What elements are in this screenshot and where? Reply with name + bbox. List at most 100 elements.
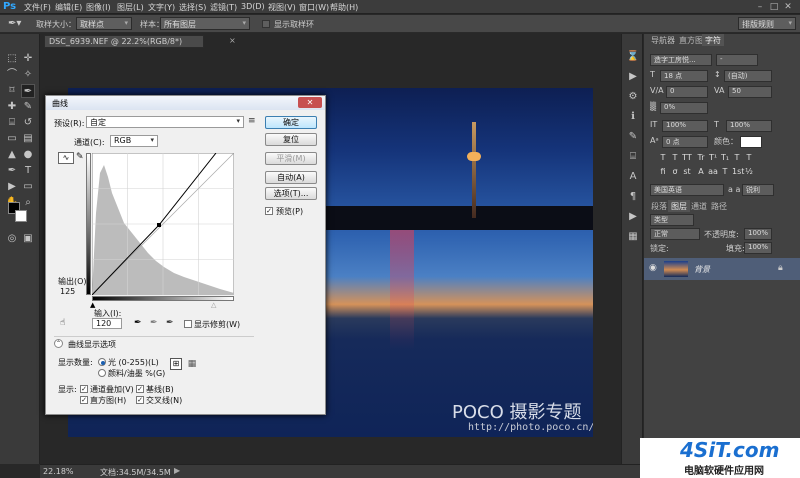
input-value-field[interactable]: 120 (92, 318, 122, 329)
layer-row[interactable]: ◉ 背景 🔒︎ (644, 258, 800, 280)
crop-tool-icon[interactable]: ⌑ (5, 84, 19, 98)
kerning-field[interactable]: 0 (666, 86, 708, 98)
visibility-eye-icon[interactable]: ◉ (649, 263, 657, 273)
vertical-scale-field[interactable]: 100% (662, 120, 708, 132)
blend-mode-select[interactable]: 正常 (650, 228, 700, 240)
actions-panel-icon[interactable]: ▶ (626, 70, 640, 84)
brush-tool-icon[interactable]: ✎ (21, 100, 35, 114)
sample-size-select[interactable]: 取样点 (76, 17, 132, 30)
gradient-tool-icon[interactable]: ▤ (21, 132, 35, 146)
fill-field[interactable]: 100% (744, 242, 772, 254)
workspace-select[interactable]: 排版规则 (738, 17, 796, 30)
tab-character[interactable]: 字符 (702, 34, 724, 46)
ok-button[interactable]: 确定 (265, 116, 317, 129)
fractions-button[interactable]: ½ (744, 166, 754, 177)
channel-overlays-checkbox[interactable]: ✓ (80, 385, 88, 393)
lasso-tool-icon[interactable]: ⌒ (5, 68, 19, 82)
marquee-tool-icon[interactable]: ⬚ (5, 52, 19, 66)
move-tool-icon[interactable]: ✛ (21, 52, 35, 66)
font-size-field[interactable]: 18 点 (660, 70, 708, 82)
opacity-field[interactable]: 100% (744, 228, 772, 240)
menu-layer[interactable]: 图层(L) (117, 2, 144, 13)
antialias-select[interactable]: 锐利 (742, 184, 774, 196)
menu-image[interactable]: 图像(I) (86, 2, 111, 13)
black-eyedropper-icon[interactable]: ✒ (134, 318, 142, 328)
subscript-button[interactable]: T₁ (720, 152, 730, 163)
faux-italic-button[interactable]: T (670, 152, 680, 163)
auto-button[interactable]: 自动(A) (265, 171, 317, 184)
pigment-radio[interactable] (98, 369, 106, 377)
eraser-tool-icon[interactable]: ▭ (5, 132, 19, 146)
channel-select[interactable]: RGB (110, 135, 158, 147)
close-tab-icon[interactable]: × (229, 36, 236, 45)
quick-mask-icon[interactable]: ◎ (5, 232, 19, 246)
underline-button[interactable]: T (732, 152, 742, 163)
brush-panel-icon[interactable]: ✎ (626, 130, 640, 144)
show-ring-checkbox[interactable] (262, 20, 270, 28)
curve-point-tool-icon[interactable]: ∿ (58, 152, 74, 164)
font-family-select[interactable]: 造字工房悦... (650, 54, 712, 66)
stylistic-button[interactable]: st (682, 166, 692, 177)
targeted-adjust-icon[interactable]: ☝ (60, 318, 65, 328)
document-tab[interactable]: DSC_6939.NEF @ 22.2%(RGB/8*) × (44, 35, 236, 48)
text-color-swatch[interactable] (740, 136, 762, 148)
reset-button[interactable]: 复位 (265, 133, 317, 146)
zoom-tool-icon[interactable]: ⌕ (21, 196, 35, 210)
eyedropper-tool-icon[interactable]: ✒ (21, 84, 35, 98)
leading-field[interactable]: (自动) (724, 70, 772, 82)
all-caps-button[interactable]: TT (682, 152, 692, 163)
baseline-checkbox[interactable]: ✓ (136, 385, 144, 393)
baseline-field[interactable]: 0 点 (662, 136, 708, 148)
zoom-level[interactable]: 22.18% (43, 467, 74, 476)
tab-navigator[interactable]: 导航器 (648, 34, 678, 46)
tool-presets-icon[interactable]: ▦ (626, 230, 640, 244)
gray-eyedropper-icon[interactable]: ✒ (150, 318, 158, 328)
menu-edit[interactable]: 编辑(E) (55, 2, 82, 13)
ligature-button[interactable]: fi (658, 166, 668, 177)
type-tool-icon[interactable]: T (21, 164, 35, 178)
menu-help[interactable]: 帮助(H) (330, 2, 358, 13)
clone-source-icon[interactable]: ⌸ (626, 150, 640, 164)
tsume-field[interactable]: 0% (660, 102, 708, 114)
curves-graph[interactable] (92, 153, 234, 295)
stamp-tool-icon[interactable]: ⌸ (5, 116, 19, 130)
minimize-button[interactable]: – (754, 2, 766, 12)
light-radio[interactable] (98, 358, 106, 366)
font-style-select[interactable]: - (716, 54, 758, 66)
tab-channels[interactable]: 通道 (688, 200, 710, 212)
path-select-tool-icon[interactable]: ▶ (5, 180, 19, 194)
tracking-field[interactable]: 50 (728, 86, 772, 98)
menu-window[interactable]: 窗口(W) (299, 2, 329, 13)
preview-checkbox[interactable]: ✓ (265, 207, 273, 215)
history-panel-icon[interactable]: ⌛ (626, 50, 640, 64)
pencil-tool-icon[interactable]: ✎ (76, 152, 84, 162)
old-style-button[interactable]: σ (670, 166, 680, 177)
properties-panel-icon[interactable]: ⚙ (626, 90, 640, 104)
tab-paths[interactable]: 路径 (708, 200, 730, 212)
white-point-slider[interactable]: △ (211, 301, 216, 309)
history-brush-tool-icon[interactable]: ↺ (21, 116, 35, 130)
output-value[interactable]: 125 (60, 287, 75, 296)
small-caps-button[interactable]: Tr (696, 152, 706, 163)
simple-grid-icon[interactable]: ⊞ (170, 358, 182, 370)
shape-tool-icon[interactable]: ▭ (21, 180, 35, 194)
ornaments-button[interactable]: T (720, 166, 730, 177)
titling-button[interactable]: aa (708, 166, 718, 177)
paragraph-panel-icon[interactable]: ¶ (626, 190, 640, 204)
histogram-checkbox[interactable]: ✓ (80, 396, 88, 404)
language-select[interactable]: 美国英语 (650, 184, 724, 196)
ordinals-button[interactable]: 1st (732, 166, 744, 177)
superscript-button[interactable]: T¹ (708, 152, 718, 163)
collapse-toggle-icon[interactable]: ⌃ (54, 339, 63, 348)
menu-select[interactable]: 选择(S) (179, 2, 206, 13)
info-panel-icon[interactable]: ℹ (626, 110, 640, 124)
faux-bold-button[interactable]: T (658, 152, 668, 163)
magic-wand-tool-icon[interactable]: ✧ (21, 68, 35, 82)
preset-select[interactable]: 自定 (86, 116, 244, 128)
swash-button[interactable]: A (696, 166, 706, 177)
white-eyedropper-icon[interactable]: ✒ (166, 318, 174, 328)
menu-filter[interactable]: 滤镜(T) (210, 2, 237, 13)
close-window-button[interactable]: ✕ (782, 2, 794, 12)
sample-select[interactable]: 所有图层 (160, 17, 250, 30)
blur-tool-icon[interactable]: ▲ (5, 148, 19, 162)
